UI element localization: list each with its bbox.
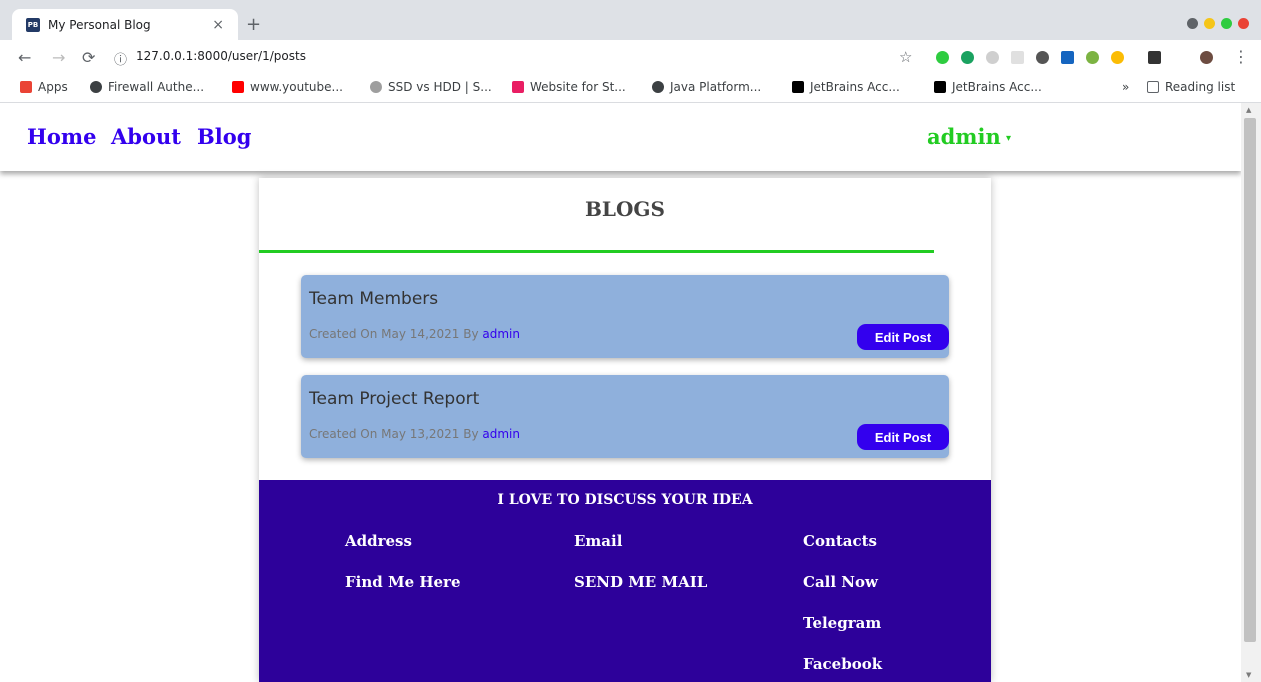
bookmarks-bar: Apps Firewall Authe... www.youtube... SS… [0, 76, 1261, 103]
bookmark-apps[interactable]: Apps [20, 80, 68, 94]
bookmark-item[interactable]: JetBrains Acc... [792, 80, 900, 94]
new-tab-button[interactable]: + [246, 14, 261, 35]
post-author-link[interactable]: admin [482, 427, 520, 441]
footer-call-now-link[interactable]: Call Now [803, 573, 878, 591]
extension-icon[interactable] [1086, 51, 1099, 64]
reading-list[interactable]: Reading list [1147, 80, 1235, 94]
puzzle-icon[interactable] [1148, 51, 1161, 64]
chevron-down-icon[interactable]: ▾ [1006, 133, 1011, 144]
title-divider [259, 250, 934, 253]
tab-title: My Personal Blog [48, 17, 151, 32]
youtube-icon [232, 81, 244, 93]
bookmark-item[interactable]: www.youtube... [232, 80, 343, 94]
maximize-icon[interactable] [1221, 18, 1232, 29]
scrollbar-thumb[interactable] [1244, 118, 1256, 642]
apps-grid-icon [20, 81, 32, 93]
user-menu[interactable]: admin [927, 124, 1001, 149]
edit-post-button[interactable]: Edit Post [857, 324, 949, 350]
download-icon[interactable] [1011, 51, 1024, 64]
footer-telegram-link[interactable]: Telegram [803, 614, 881, 632]
scroll-up-icon[interactable]: ▲ [1246, 106, 1251, 114]
browser-tab[interactable]: PB My Personal Blog × [12, 9, 238, 40]
reload-icon[interactable]: ⟳ [82, 48, 95, 67]
blog-container: BLOGS Team Members Created On May 14,202… [259, 178, 991, 682]
jetbrains-icon [792, 81, 804, 93]
footer-send-mail-link[interactable]: SEND ME MAIL [574, 573, 707, 591]
scroll-down-icon[interactable]: ▼ [1246, 671, 1251, 679]
extension-icon[interactable] [1036, 51, 1049, 64]
site-info-icon[interactable]: ⓘ [114, 49, 127, 68]
footer-find-me-link[interactable]: Find Me Here [345, 573, 461, 591]
site-footer: I LOVE TO DISCUSS YOUR IDEA Address Find… [259, 480, 991, 682]
nav-home-link[interactable]: Home [27, 124, 96, 149]
extension-icon[interactable] [1061, 51, 1074, 64]
post-title[interactable]: Team Project Report [309, 389, 479, 409]
nav-about-link[interactable]: About [111, 124, 181, 149]
bookmarks-more-icon[interactable]: » [1122, 80, 1129, 94]
extension-icon[interactable] [986, 51, 999, 64]
page-title: BLOGS [585, 197, 665, 221]
browser-tab-bar: PB My Personal Blog × + [0, 0, 1261, 40]
web-page: Home About Blog admin ▾ BLOGS Team Membe… [0, 103, 1241, 682]
website-icon [512, 81, 524, 93]
bookmark-star-icon[interactable]: ☆ [899, 48, 912, 66]
back-arrow-icon[interactable]: ← [18, 48, 31, 67]
profile-dot-icon[interactable] [1187, 18, 1198, 29]
extension-icon[interactable] [936, 51, 949, 64]
footer-heading: I LOVE TO DISCUSS YOUR IDEA [497, 492, 753, 508]
post-meta: Created On May 13,2021 By admin [309, 427, 520, 441]
minimize-icon[interactable] [1204, 18, 1215, 29]
browser-toolbar: ← → ⟳ ⓘ 127.0.0.1:8000/user/1/posts ☆ ⋮ [0, 40, 1261, 76]
post-card: Team Members Created On May 14,2021 By a… [301, 275, 949, 358]
nav-blog-link[interactable]: Blog [197, 124, 251, 149]
post-title[interactable]: Team Members [309, 289, 438, 309]
footer-address-heading: Address [345, 532, 412, 550]
bookmark-item[interactable]: SSD vs HDD | S... [370, 80, 492, 94]
post-card: Team Project Report Created On May 13,20… [301, 375, 949, 458]
window-controls [1187, 18, 1249, 29]
footer-email-heading: Email [574, 532, 623, 550]
edit-post-button[interactable]: Edit Post [857, 424, 949, 450]
footer-facebook-link[interactable]: Facebook [803, 655, 882, 673]
forward-arrow-icon[interactable]: → [52, 48, 65, 67]
bookmark-item[interactable]: Java Platform... [652, 80, 761, 94]
reading-list-icon [1147, 81, 1159, 93]
post-meta: Created On May 14,2021 By admin [309, 327, 520, 341]
tab-close-icon[interactable]: × [212, 17, 224, 33]
address-bar[interactable]: 127.0.0.1:8000/user/1/posts [136, 49, 306, 63]
avatar[interactable] [1200, 51, 1213, 64]
site-navbar: Home About Blog admin ▾ [0, 103, 1241, 171]
browser-menu-icon[interactable]: ⋮ [1233, 47, 1249, 66]
bookmark-item[interactable]: Website for St... [512, 80, 626, 94]
bookmark-item[interactable]: Firewall Authe... [90, 80, 204, 94]
tab-favicon-icon: PB [26, 17, 40, 32]
extension-icon[interactable] [1111, 51, 1124, 64]
bookmark-item[interactable]: JetBrains Acc... [934, 80, 1042, 94]
post-author-link[interactable]: admin [482, 327, 520, 341]
extension-icon[interactable] [961, 51, 974, 64]
globe-icon [652, 81, 664, 93]
globe-icon [90, 81, 102, 93]
disk-icon [370, 81, 382, 93]
footer-contacts-heading: Contacts [803, 532, 878, 550]
jetbrains-icon [934, 81, 946, 93]
close-window-icon[interactable] [1238, 18, 1249, 29]
